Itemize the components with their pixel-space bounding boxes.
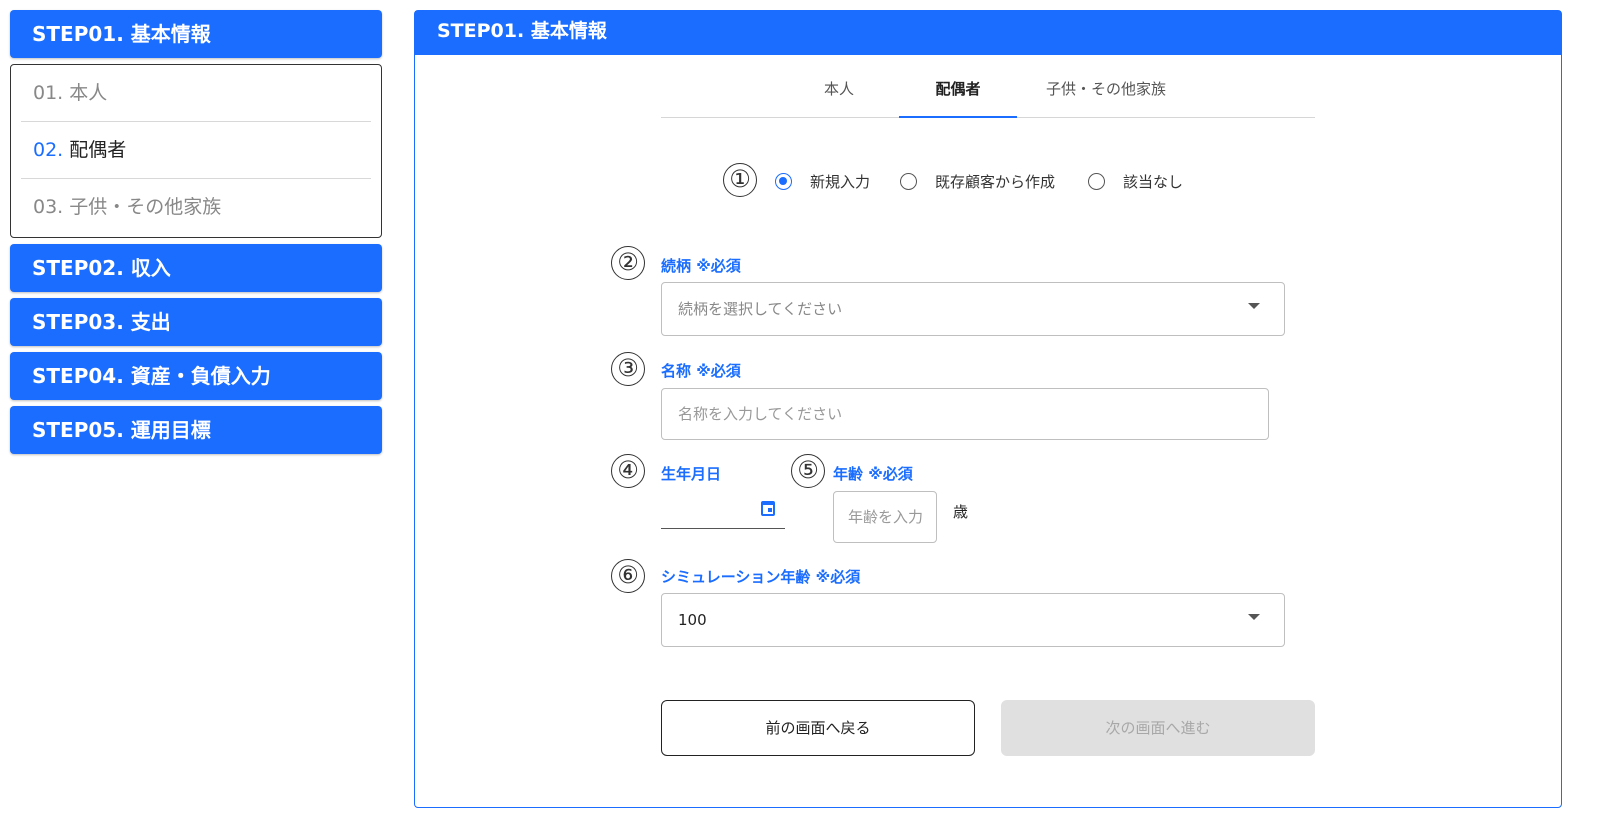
marker-3: ③ [611, 352, 645, 386]
next-button[interactable]: 次の画面へ進む [1001, 700, 1315, 756]
chevron-down-icon [1248, 614, 1260, 620]
step02-button[interactable]: STEP02. 収入 [10, 244, 382, 292]
birthdate-input[interactable] [661, 499, 785, 529]
radio-label: 該当なし [1123, 173, 1184, 191]
step05-button[interactable]: STEP05. 運用目標 [10, 406, 382, 454]
radio-unselected-icon [1088, 173, 1105, 190]
substep-number: 03. [33, 196, 64, 218]
relationship-label: 続柄 ※必須 [661, 257, 741, 275]
radio-existing-customer[interactable]: 既存顧客から作成 [900, 171, 1055, 192]
step-sidebar: STEP01. 基本情報 01. 本人 02. 配偶者 03. 子供・その他家族 ST… [10, 10, 382, 454]
name-input[interactable] [661, 388, 1269, 440]
birthdate-label: 生年月日 [661, 465, 722, 483]
back-button[interactable]: 前の画面へ戻る [661, 700, 975, 756]
relationship-select[interactable]: 続柄を選択してください [661, 282, 1285, 336]
radio-new-entry[interactable]: 新規入力 [775, 171, 870, 192]
tab-self[interactable]: 本人 [799, 66, 879, 118]
age-label: 年齢 ※必須 [833, 465, 913, 483]
tab-children-family[interactable]: 子供・その他家族 [1031, 66, 1181, 118]
substep-label: 配偶者 [69, 139, 127, 161]
age-input[interactable] [833, 491, 937, 543]
name-label: 名称 ※必須 [661, 362, 741, 380]
step03-button[interactable]: STEP03. 支出 [10, 298, 382, 346]
substep-label: 子供・その他家族 [69, 196, 222, 218]
marker-6: ⑥ [611, 559, 645, 593]
select-value: 100 [678, 611, 707, 629]
marker-4: ④ [611, 454, 645, 488]
substep-number: 02. [33, 139, 64, 161]
step04-button[interactable]: STEP04. 資産・負債入力 [10, 352, 382, 400]
age-unit: 歳 [953, 503, 969, 521]
panel-title: STEP01. 基本情報 [415, 11, 1561, 55]
simulation-age-label: シミュレーション年齢 ※必須 [661, 568, 861, 586]
radio-unselected-icon [900, 173, 917, 190]
substep-number: 01. [33, 82, 64, 104]
marker-5: ⑤ [791, 454, 825, 488]
step01-button[interactable]: STEP01. 基本情報 [10, 10, 382, 58]
marker-1: ① [723, 163, 757, 197]
chevron-down-icon [1248, 303, 1260, 309]
radio-label: 新規入力 [810, 173, 871, 191]
radio-label: 既存顧客から作成 [935, 173, 1056, 191]
substep-spouse[interactable]: 02. 配偶者 [21, 122, 371, 179]
radio-not-applicable[interactable]: 該当なし [1088, 171, 1183, 192]
marker-2: ② [611, 246, 645, 280]
tab-spouse[interactable]: 配偶者 [899, 66, 1017, 118]
substep-children-family[interactable]: 03. 子供・その他家族 [21, 179, 371, 236]
select-placeholder: 続柄を選択してください [678, 300, 843, 318]
step01-substeps: 01. 本人 02. 配偶者 03. 子供・その他家族 [10, 64, 382, 238]
substep-self[interactable]: 01. 本人 [21, 65, 371, 122]
radio-selected-icon [775, 173, 792, 190]
simulation-age-select[interactable]: 100 [661, 593, 1285, 647]
form-panel: STEP01. 基本情報 本人 配偶者 子供・その他家族 ① 新規入力 既存顧客… [414, 10, 1562, 808]
substep-label: 本人 [69, 82, 108, 104]
tab-bar: 本人 配偶者 子供・その他家族 [661, 66, 1315, 118]
calendar-icon[interactable] [761, 501, 775, 516]
